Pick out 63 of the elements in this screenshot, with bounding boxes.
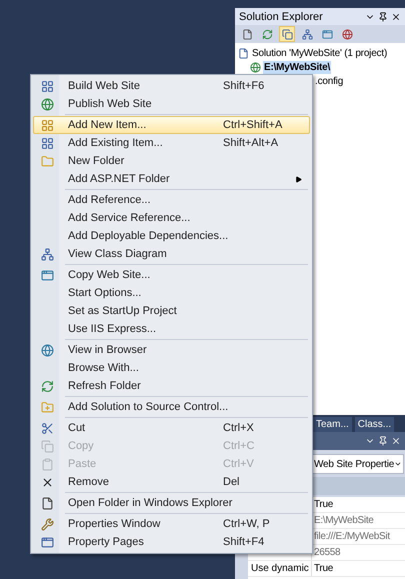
grid-icon xyxy=(40,136,54,150)
menu-item[interactable]: Add Reference... xyxy=(33,191,310,209)
tree-item[interactable]: Solution 'MyWebSite' (1 project) xyxy=(251,47,388,60)
property-name: Use dynamic xyxy=(248,561,312,576)
folder-icon xyxy=(40,154,54,168)
menu-item[interactable]: Cut Ctrl+X xyxy=(33,419,310,437)
object-selector[interactable]: Web Site Propertie xyxy=(312,454,404,474)
menu-item[interactable]: Add ASP.NET Folder xyxy=(33,170,310,188)
menu-item[interactable]: Property Pages Shift+F4 xyxy=(33,533,310,551)
menu-item[interactable]: Use IIS Express... xyxy=(33,320,310,338)
panel-title: Solution Explorer xyxy=(239,10,323,22)
globe-icon xyxy=(40,98,54,110)
x-icon xyxy=(40,476,54,488)
grid-icon xyxy=(40,118,54,132)
menu-item[interactable]: Add Solution to Source Control... xyxy=(33,398,310,416)
wrench-icon xyxy=(40,518,54,530)
document-tab[interactable]: Team... xyxy=(313,417,352,432)
document-tab[interactable]: Class... xyxy=(354,417,394,432)
menu-item[interactable]: Properties Window Ctrl+W, P xyxy=(33,515,310,533)
grid-icon xyxy=(40,80,54,92)
window-icon xyxy=(40,268,54,282)
menu-item[interactable]: View Class Diagram xyxy=(33,245,310,263)
menu-item[interactable]: Build Web Site Shift+F6 xyxy=(33,77,310,95)
property-value: file:///E:/MyWebSit xyxy=(313,530,392,544)
property-value: 26558 xyxy=(313,546,342,560)
menu-item[interactable]: Copy Web Site... xyxy=(33,266,310,284)
document-icon xyxy=(40,496,54,510)
menu-item[interactable]: Add Existing Item... Shift+Alt+A xyxy=(33,134,310,152)
menu-item[interactable]: Publish Web Site xyxy=(33,95,310,113)
tree-item[interactable]: E:\MyWebSite\ xyxy=(263,61,332,74)
network-icon xyxy=(40,248,54,260)
property-value: E:\MyWebSite xyxy=(313,514,375,528)
globe-icon xyxy=(250,62,261,73)
close-icon[interactable] xyxy=(391,436,401,446)
close-icon[interactable] xyxy=(391,12,401,22)
tree-item[interactable]: .config xyxy=(314,75,344,88)
copy-icon xyxy=(40,440,54,452)
pin-icon[interactable] xyxy=(378,436,388,446)
menu-item[interactable]: Refresh Folder xyxy=(33,377,310,395)
menu-item[interactable]: Open Folder in Windows Explorer xyxy=(33,494,310,512)
folder-plus-icon xyxy=(40,400,54,414)
scissors-icon xyxy=(40,422,54,434)
menu-item[interactable]: View in Browser xyxy=(33,341,310,359)
refresh-icon xyxy=(40,380,54,392)
selector-text: Web Site Propertie xyxy=(314,458,394,470)
property-value: True xyxy=(313,562,334,576)
window-icon xyxy=(40,536,54,548)
submenu-arrow-icon xyxy=(295,176,302,182)
paste-icon xyxy=(40,458,54,470)
solution-icon xyxy=(238,48,249,59)
menu-item[interactable]: Add New Item... Ctrl+Shift+A xyxy=(33,116,310,134)
toolbar-button[interactable] xyxy=(279,26,295,42)
menu-item[interactable]: Browse With... xyxy=(33,359,310,377)
menu-item[interactable]: Start Options... xyxy=(33,284,310,302)
property-value: True xyxy=(313,498,334,512)
globe-icon xyxy=(40,344,54,356)
menu-item[interactable]: Add Service Reference... xyxy=(33,209,310,227)
pin-icon[interactable] xyxy=(378,12,388,22)
caret-icon xyxy=(394,460,402,468)
menu-item[interactable]: Set as StartUp Project xyxy=(33,302,310,320)
menu-item[interactable]: Add Deployable Dependencies... xyxy=(33,227,310,245)
menu-item[interactable]: New Folder xyxy=(33,152,310,170)
menu-item[interactable]: Remove Del xyxy=(33,473,310,491)
